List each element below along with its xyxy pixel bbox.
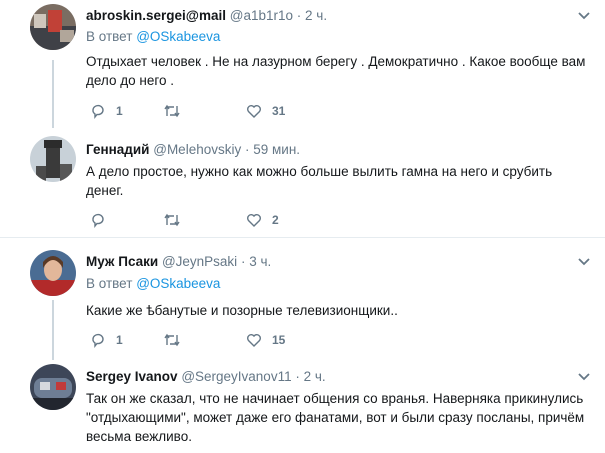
tweet[interactable]: abroskin.sergei@mail @a1b1r1o · 2 ч. В о…: [0, 0, 605, 130]
like-count: 2: [272, 213, 279, 227]
like-button[interactable]: 2: [246, 212, 279, 228]
author-name[interactable]: abroskin.sergei@mail: [86, 8, 226, 23]
separator-dot: ·: [240, 254, 246, 269]
reply-prefix: В ответ: [86, 29, 133, 44]
separator-dot: ·: [296, 8, 302, 23]
heart-icon: [247, 334, 261, 347]
reply-button[interactable]: 1: [90, 103, 123, 119]
tweet-text: Какие же ѣбанутые и позорные телевизионщ…: [86, 303, 398, 318]
author-name[interactable]: Sergey Ivanov: [86, 369, 178, 384]
retweet-button[interactable]: [163, 212, 181, 228]
author-handle[interactable]: @JeynPsaki: [162, 254, 237, 269]
reply-context: В ответ @OSkabeeva: [86, 276, 220, 291]
separator-dot: ·: [244, 142, 250, 157]
reply-button[interactable]: 1: [90, 332, 123, 348]
chevron-down-icon[interactable]: [577, 372, 591, 382]
like-button[interactable]: 31: [246, 103, 285, 119]
reply-icon: [92, 333, 104, 348]
timestamp[interactable]: 2 ч.: [305, 8, 327, 23]
separator-dot: ·: [295, 369, 300, 384]
retweet-icon: [164, 213, 180, 227]
tweet-text: Так он же сказал, что не начинает общени…: [86, 391, 585, 444]
retweet-button[interactable]: [163, 332, 181, 348]
author-name[interactable]: Геннадий: [86, 142, 149, 157]
timestamp[interactable]: 2 ч.: [304, 369, 326, 384]
reply-count: 1: [116, 104, 123, 118]
avatar[interactable]: [30, 364, 76, 410]
tweet-text: Отдыхает человек . Не на лазурном берегу…: [86, 54, 586, 88]
reply-context: В ответ @OSkabeeva: [86, 29, 220, 44]
timestamp[interactable]: 3 ч.: [249, 254, 271, 269]
retweet-icon: [164, 104, 180, 118]
author-handle[interactable]: @SergeyIvanov11: [181, 369, 291, 384]
avatar[interactable]: [30, 4, 76, 50]
author-name[interactable]: Муж Псаки: [86, 254, 158, 269]
tweet[interactable]: Муж Псаки @JeynPsaki · 3 ч. В ответ @OSk…: [0, 244, 605, 356]
author-handle[interactable]: @Melehovskiy: [153, 142, 241, 157]
timestamp[interactable]: 59 мин.: [253, 142, 300, 157]
reply-count: 1: [116, 333, 123, 347]
like-button[interactable]: 15: [246, 332, 285, 348]
divider: [0, 237, 605, 238]
like-count: 31: [272, 104, 286, 118]
reply-to-link[interactable]: @OSkabeeva: [136, 29, 220, 44]
reply-prefix: В ответ: [86, 276, 133, 291]
tweet[interactable]: Sergey Ivanov @SergeyIvanov11 · 2 ч. Так…: [0, 360, 605, 453]
reply-button[interactable]: [90, 212, 106, 228]
heart-icon: [247, 105, 261, 118]
reply-icon: [92, 213, 104, 228]
tweet-text: А дело простое, нужно как можно больше в…: [86, 164, 553, 198]
retweet-icon: [164, 333, 180, 347]
chevron-down-icon[interactable]: [577, 257, 591, 267]
author-handle[interactable]: @a1b1r1o: [230, 8, 293, 23]
tweet[interactable]: Геннадий @Melehovskiy · 59 мин. А дело п…: [0, 132, 605, 236]
avatar[interactable]: [30, 136, 76, 182]
avatar[interactable]: [30, 250, 76, 296]
retweet-button[interactable]: [163, 103, 181, 119]
chevron-down-icon[interactable]: [577, 11, 591, 21]
heart-icon: [247, 214, 261, 227]
reply-icon: [92, 104, 104, 119]
reply-to-link[interactable]: @OSkabeeva: [136, 276, 220, 291]
like-count: 15: [272, 333, 286, 347]
